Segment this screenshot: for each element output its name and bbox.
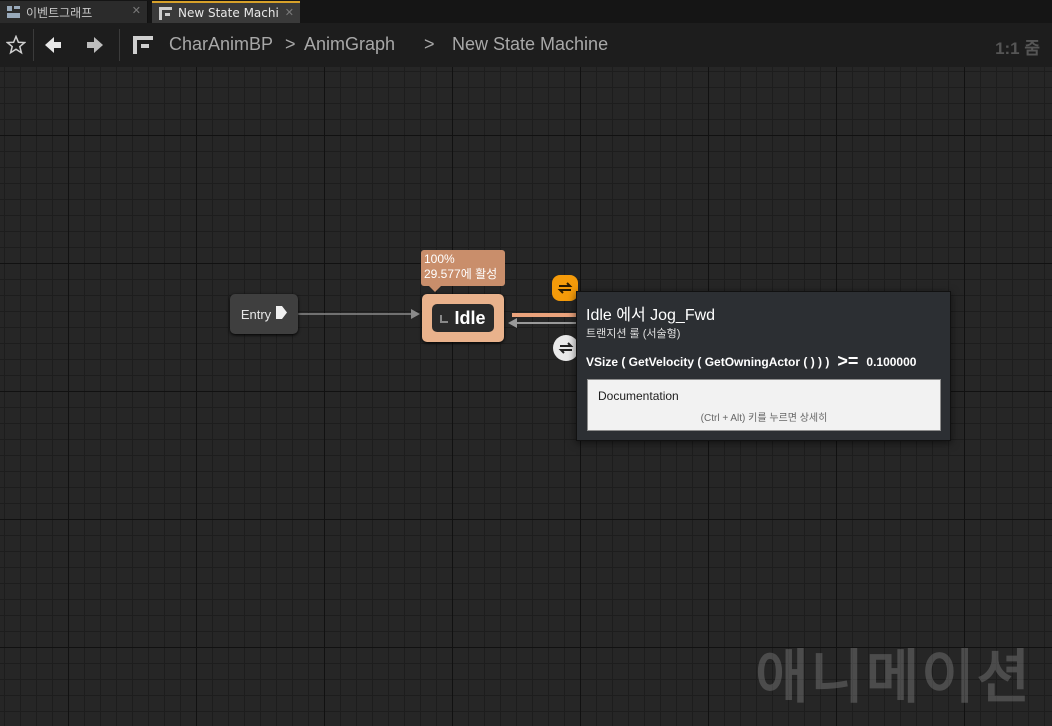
documentation-title: Documentation [598, 389, 679, 403]
tab-bar: 이벤트그래프 ✕ New State Machine ✕ [0, 0, 1052, 23]
favorite-star-button[interactable] [3, 32, 29, 58]
state-title-box: Idle [432, 304, 494, 332]
tab-state-machine[interactable]: New State Machine ✕ [152, 1, 300, 23]
tooltip-title: Idle 에서 Jog_Fwd [586, 307, 716, 324]
expression-operator: >= [837, 351, 859, 371]
documentation-hint: (Ctrl + Alt) 키를 누르면 상세히 [700, 413, 828, 424]
transition-rule-expression: VSize ( GetVelocity ( GetOwningActor ( )… [586, 351, 916, 372]
expression-value: 0.100000 [866, 354, 917, 369]
transition-tooltip: Idle 에서 Jog_Fwd 트랜지션 룰 (서술형) VSize ( Get… [576, 291, 951, 441]
state-active-time-text: 29.577에 활성 [424, 267, 498, 281]
entry-to-idle-wire [298, 309, 420, 319]
expression-left: VSize ( GetVelocity ( GetOwningActor ( )… [586, 354, 830, 369]
tab-label: 이벤트그래프 [26, 5, 93, 20]
state-machine-graph-icon [130, 32, 156, 58]
breadcrumb-separator: > [424, 34, 435, 54]
toolbar-divider [119, 29, 120, 61]
state-icon [440, 314, 449, 326]
close-icon[interactable]: ✕ [132, 4, 141, 17]
state-active-bubble: 100% 29.577에 활성 [421, 250, 505, 292]
transition-arrows-icon [557, 282, 573, 294]
state-weight-text: 100% [424, 252, 455, 266]
breadcrumb-separator: > [285, 34, 296, 54]
entry-node[interactable]: Entry [230, 294, 298, 334]
tab-event-graph[interactable]: 이벤트그래프 ✕ [0, 1, 148, 23]
graph-type-watermark: 애니메이션 [755, 643, 1032, 711]
breadcrumb-toolbar: CharAnimBP > AnimGraph > New State Machi… [0, 23, 1052, 68]
tab-label: New State Machine [178, 6, 278, 20]
idle-state-node[interactable]: Idle [422, 294, 504, 342]
breadcrumb-item[interactable]: New State Machine [452, 34, 608, 55]
transition-arrows-icon [558, 342, 574, 354]
zoom-level: 1:1 줌 [995, 39, 1040, 58]
star-icon [6, 35, 26, 55]
back-button[interactable] [40, 32, 66, 58]
documentation-box: Documentation (Ctrl + Alt) 키를 누르면 상세히 [587, 379, 941, 431]
close-icon[interactable]: ✕ [285, 6, 294, 19]
state-machine-icon [158, 6, 172, 20]
exec-pin-icon[interactable] [276, 306, 288, 322]
arrow-right-icon [87, 37, 103, 53]
breadcrumb-item[interactable]: AnimGraph [304, 34, 395, 55]
graph-canvas[interactable]: Entry 100% 29.577에 활성 Idle Idle 에서 Jog_F… [0, 67, 1052, 726]
tooltip-subtitle: 트랜지션 룰 (서술형) [586, 328, 681, 340]
event-graph-icon [6, 5, 20, 19]
breadcrumb-item[interactable]: CharAnimBP [169, 34, 273, 55]
forward-button[interactable] [82, 32, 108, 58]
transition-rule-icon-active[interactable] [552, 275, 578, 301]
state-title: Idle [454, 307, 486, 328]
toolbar-divider [33, 29, 34, 61]
entry-label: Entry [240, 306, 272, 322]
arrow-left-icon [45, 37, 61, 53]
jog-to-idle-transition-wire [508, 318, 580, 328]
